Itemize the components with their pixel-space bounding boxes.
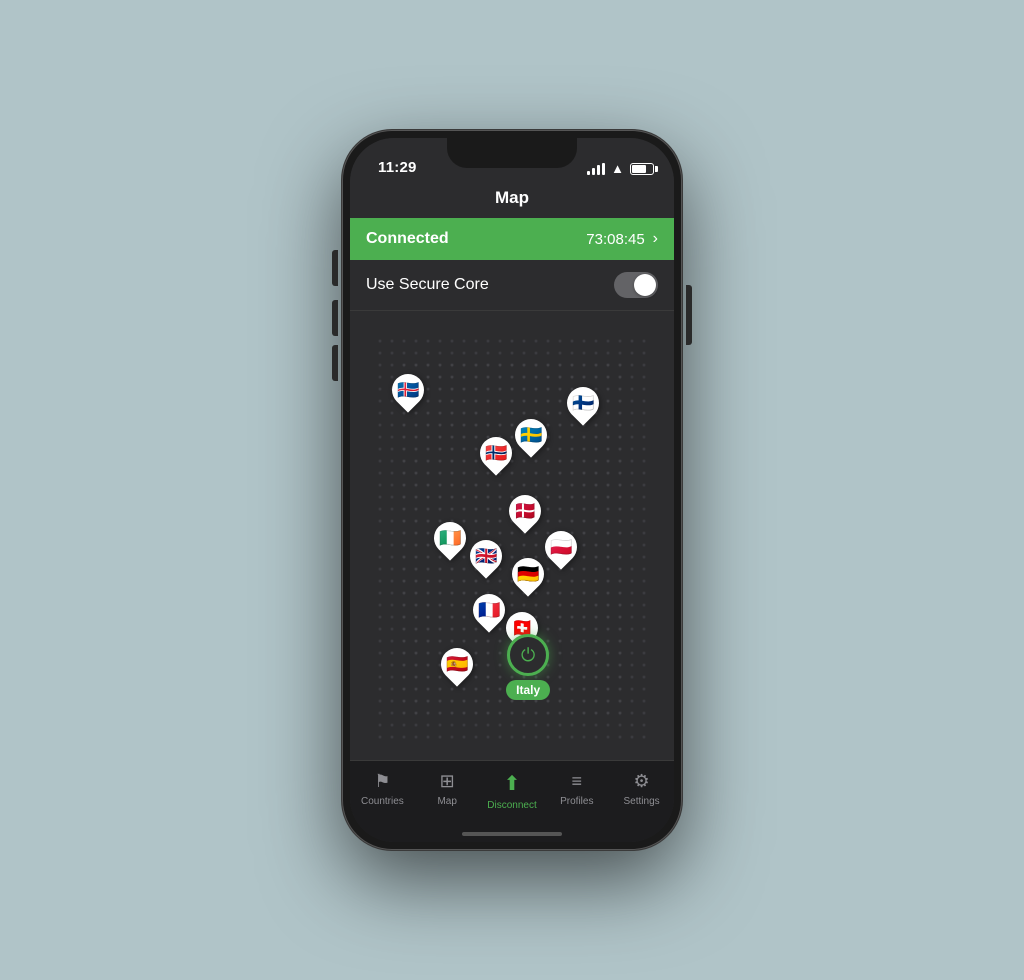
pin-sweden[interactable]: 🇸🇪 xyxy=(515,419,547,451)
tab-bar: ⚑ Countries ⊞ Map ⬆ Disconnect ≡ Profile… xyxy=(350,760,674,842)
flag-circle-poland: 🇵🇱 xyxy=(538,524,583,569)
pin-germany[interactable]: 🇩🇪 xyxy=(512,558,544,590)
pin-france[interactable]: 🇫🇷 xyxy=(473,594,505,626)
pin-iceland[interactable]: 🇮🇸 xyxy=(392,374,424,406)
secure-core-row: Use Secure Core xyxy=(350,260,674,311)
home-indicator xyxy=(462,832,562,836)
tab-countries-label: Countries xyxy=(361,796,404,807)
pin-spain[interactable]: 🇪🇸 xyxy=(441,648,473,680)
phone-notch xyxy=(447,138,577,168)
pin-uk[interactable]: 🇬🇧 xyxy=(470,540,502,572)
tab-disconnect[interactable]: ⬆ Disconnect xyxy=(480,771,545,811)
connected-banner[interactable]: Connected 73:08:45 › xyxy=(350,218,674,260)
disconnect-tab-icon: ⬆ xyxy=(504,771,521,796)
tab-disconnect-label: Disconnect xyxy=(487,800,536,811)
tab-settings[interactable]: ⚙ Settings xyxy=(609,771,674,807)
tab-settings-label: Settings xyxy=(624,796,660,807)
tab-map-label: Map xyxy=(437,796,456,807)
connection-right: 73:08:45 › xyxy=(586,230,658,248)
connection-status: Connected xyxy=(366,230,449,248)
flag-circle-norway: 🇳🇴 xyxy=(473,430,518,475)
flag-circle-finland: 🇫🇮 xyxy=(561,381,606,426)
tab-countries[interactable]: ⚑ Countries xyxy=(350,771,415,807)
active-country-label: Italy xyxy=(506,680,550,700)
pin-norway[interactable]: 🇳🇴 xyxy=(480,437,512,469)
flag-circle-spain: 🇪🇸 xyxy=(434,641,479,686)
connection-timer: 73:08:45 xyxy=(586,231,644,248)
chevron-right-icon: › xyxy=(653,230,658,248)
power-circle: ⏻ xyxy=(507,634,549,676)
secure-core-label: Use Secure Core xyxy=(366,276,489,294)
pin-finland[interactable]: 🇫🇮 xyxy=(567,387,599,419)
signal-icon xyxy=(587,163,605,175)
flag-circle-ireland: 🇮🇪 xyxy=(428,515,473,560)
map-pins-container: 🇮🇸 🇳🇴 🇸🇪 xyxy=(350,311,674,760)
secure-core-toggle[interactable] xyxy=(614,272,658,298)
flag-circle-denmark: 🇩🇰 xyxy=(502,488,547,533)
header-title: Map xyxy=(495,188,529,207)
tab-profiles[interactable]: ≡ Profiles xyxy=(544,771,609,807)
power-icon: ⏻ xyxy=(521,645,535,666)
flag-circle-sweden: 🇸🇪 xyxy=(509,412,554,457)
toggle-knob xyxy=(634,274,656,296)
phone-screen: 11:29 ▲ Map Connected 73:08: xyxy=(350,138,674,842)
status-time: 11:29 xyxy=(378,159,417,176)
flag-circle-iceland: 🇮🇸 xyxy=(386,367,431,412)
flag-circle-uk: 🇬🇧 xyxy=(463,533,508,578)
pin-denmark[interactable]: 🇩🇰 xyxy=(509,495,541,527)
status-icons: ▲ xyxy=(587,161,654,176)
pin-poland[interactable]: 🇵🇱 xyxy=(545,531,577,563)
app-header: Map xyxy=(350,182,674,218)
pin-italy-active[interactable]: ⏻ Italy xyxy=(506,634,550,700)
map-tab-icon: ⊞ xyxy=(440,771,455,792)
countries-tab-icon: ⚑ xyxy=(374,771,390,792)
settings-tab-icon: ⚙ xyxy=(634,771,650,792)
profiles-tab-icon: ≡ xyxy=(572,771,583,792)
tab-map[interactable]: ⊞ Map xyxy=(415,771,480,807)
map-area[interactable]: 🇮🇸 🇳🇴 🇸🇪 xyxy=(350,311,674,760)
wifi-icon: ▲ xyxy=(611,161,624,176)
tab-profiles-label: Profiles xyxy=(560,796,593,807)
battery-icon xyxy=(630,163,654,175)
phone-device: 11:29 ▲ Map Connected 73:08: xyxy=(342,130,682,850)
pin-ireland[interactable]: 🇮🇪 xyxy=(434,522,466,554)
